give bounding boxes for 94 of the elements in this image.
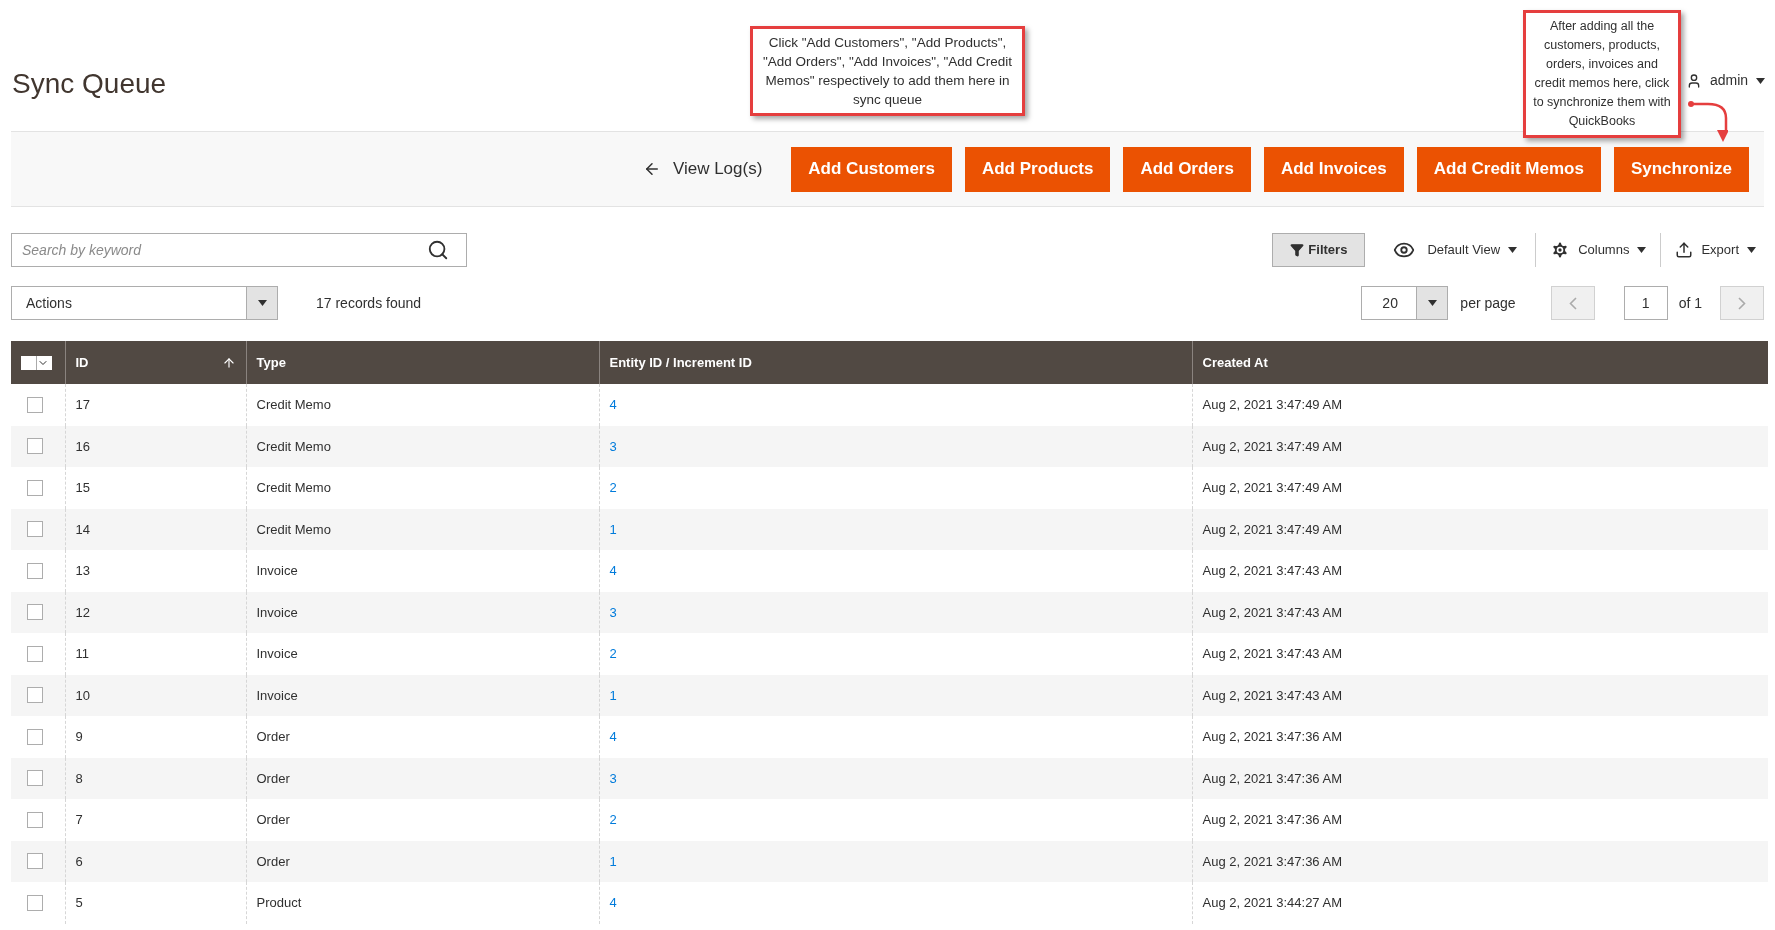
- table-cell: Order: [246, 716, 599, 758]
- row-checkbox[interactable]: [27, 645, 43, 662]
- select-all-control[interactable]: [11, 341, 65, 384]
- table-cell: Aug 2, 2021 3:47:49 AM: [1192, 467, 1768, 509]
- table-cell: Credit Memo: [246, 467, 599, 509]
- table-cell: Aug 2, 2021 3:47:49 AM: [1192, 508, 1768, 550]
- column-header[interactable]: Type: [246, 341, 599, 384]
- entity-link[interactable]: 4: [609, 563, 617, 578]
- actions-dropdown[interactable]: Actions: [11, 286, 278, 320]
- search-field[interactable]: Search by keyword: [11, 233, 467, 267]
- column-header[interactable]: Entity ID / Increment ID: [599, 341, 1192, 384]
- table-cell: Aug 2, 2021 3:47:36 AM: [1192, 840, 1768, 882]
- table-cell: Credit Memo: [246, 384, 599, 426]
- annotation-callout: After adding all the customers, products, orders, invoices and credit memos here, click to synchronize them with QuickBooks: [1523, 10, 1681, 138]
- search-icon[interactable]: [427, 239, 449, 261]
- action-button[interactable]: Add Products: [964, 146, 1111, 192]
- row-checkbox[interactable]: [27, 811, 43, 828]
- entity-link[interactable]: 3: [609, 438, 617, 454]
- table-cell: Aug 2, 2021 3:44:27 AM: [1192, 882, 1768, 924]
- table-cell: Aug 2, 2021 3:47:36 AM: [1192, 716, 1768, 758]
- previous-page-button[interactable]: [1550, 286, 1595, 320]
- entity-link[interactable]: 4: [609, 895, 617, 910]
- entity-link[interactable]: 2: [609, 646, 617, 661]
- annotation-callout: Click "Add Customers", "Add Products", "Add Orders", "Add Invoices", "Add Credit Memos" respectively to add them here in sync queue: [750, 26, 1025, 116]
- caret-icon: [1747, 247, 1756, 253]
- row-checkbox[interactable]: [27, 770, 43, 787]
- action-button[interactable]: Add Credit Memos: [1416, 146, 1601, 192]
- user-icon: [1686, 72, 1702, 89]
- entity-link[interactable]: 1: [609, 687, 617, 703]
- records-count: 17 records found: [316, 293, 422, 313]
- table-cell: Aug 2, 2021 3:47:49 AM: [1192, 425, 1768, 467]
- table-cell: Aug 2, 2021 3:47:36 AM: [1192, 757, 1768, 799]
- table-cell: Aug 2, 2021 3:47:43 AM: [1192, 674, 1768, 716]
- table-cell: 13: [65, 550, 246, 592]
- filter-icon: [1290, 243, 1305, 257]
- row-checkbox[interactable]: [27, 438, 43, 455]
- row-checkbox[interactable]: [27, 728, 43, 745]
- action-button[interactable]: Add Orders: [1123, 146, 1251, 192]
- table-cell: Invoice: [246, 550, 599, 592]
- caret-icon: [1427, 300, 1437, 306]
- table-cell: Aug 2, 2021 3:47:43 AM: [1192, 591, 1768, 633]
- action-button[interactable]: Add Invoices: [1263, 146, 1404, 192]
- table-cell: Aug 2, 2021 3:47:49 AM: [1192, 384, 1768, 426]
- table-cell: 9: [65, 716, 246, 758]
- table-cell: 17: [65, 384, 246, 426]
- chevron-left-icon: [1568, 296, 1577, 310]
- per-page-select[interactable]: 20: [1361, 286, 1449, 320]
- entity-link[interactable]: 1: [609, 853, 617, 869]
- table-cell: Product: [246, 882, 599, 924]
- per-page-label: per page: [1460, 293, 1516, 313]
- column-header[interactable]: ID: [65, 341, 246, 384]
- page-total: of 1: [1678, 293, 1702, 313]
- table-cell: 15: [65, 467, 246, 509]
- row-checkbox[interactable]: [27, 604, 43, 621]
- view-dropdown[interactable]: Default View: [1393, 233, 1537, 267]
- table-cell: Aug 2, 2021 3:47:43 AM: [1192, 633, 1768, 675]
- action-button[interactable]: Synchronize: [1613, 146, 1749, 192]
- upload-icon: [1675, 241, 1694, 259]
- caret-icon: [1756, 77, 1766, 84]
- table-cell: Order: [246, 799, 599, 841]
- view-logs-link[interactable]: View Log(s): [642, 156, 763, 182]
- table-cell: Invoice: [246, 633, 599, 675]
- entity-link[interactable]: 3: [609, 604, 617, 620]
- column-header[interactable]: Created At: [1192, 341, 1768, 384]
- row-checkbox[interactable]: [27, 562, 43, 579]
- row-checkbox[interactable]: [27, 396, 43, 413]
- caret-icon: [1637, 247, 1647, 253]
- page-title: Sync Queue: [12, 67, 167, 101]
- user-menu[interactable]: admin: [1686, 70, 1766, 91]
- filters-button[interactable]: Filters: [1272, 233, 1366, 267]
- table-cell: 7: [65, 799, 246, 841]
- entity-link[interactable]: 2: [609, 480, 617, 495]
- action-button[interactable]: Add Customers: [791, 146, 952, 192]
- row-checkbox[interactable]: [27, 687, 43, 704]
- entity-link[interactable]: 4: [609, 397, 617, 412]
- table-cell: Aug 2, 2021 3:47:43 AM: [1192, 550, 1768, 592]
- columns-dropdown[interactable]: Columns: [1536, 233, 1662, 267]
- entity-link[interactable]: 4: [609, 729, 617, 744]
- entity-link[interactable]: 2: [609, 812, 617, 827]
- entity-link[interactable]: 3: [609, 770, 617, 786]
- table-cell: Aug 2, 2021 3:47:36 AM: [1192, 799, 1768, 841]
- page-number-field[interactable]: 1: [1623, 286, 1668, 320]
- row-checkbox[interactable]: [27, 521, 43, 538]
- table-cell: 5: [65, 882, 246, 924]
- row-checkbox[interactable]: [27, 894, 43, 911]
- caret-icon: [257, 300, 267, 306]
- row-checkbox[interactable]: [27, 479, 43, 496]
- next-page-button[interactable]: [1720, 286, 1764, 320]
- export-dropdown[interactable]: Export: [1661, 233, 1764, 267]
- entity-link[interactable]: 1: [609, 521, 617, 537]
- caret-icon: [1508, 247, 1518, 253]
- row-checkbox[interactable]: [27, 853, 43, 870]
- chevron-right-icon: [1738, 296, 1746, 310]
- table-cell: 11: [65, 633, 246, 675]
